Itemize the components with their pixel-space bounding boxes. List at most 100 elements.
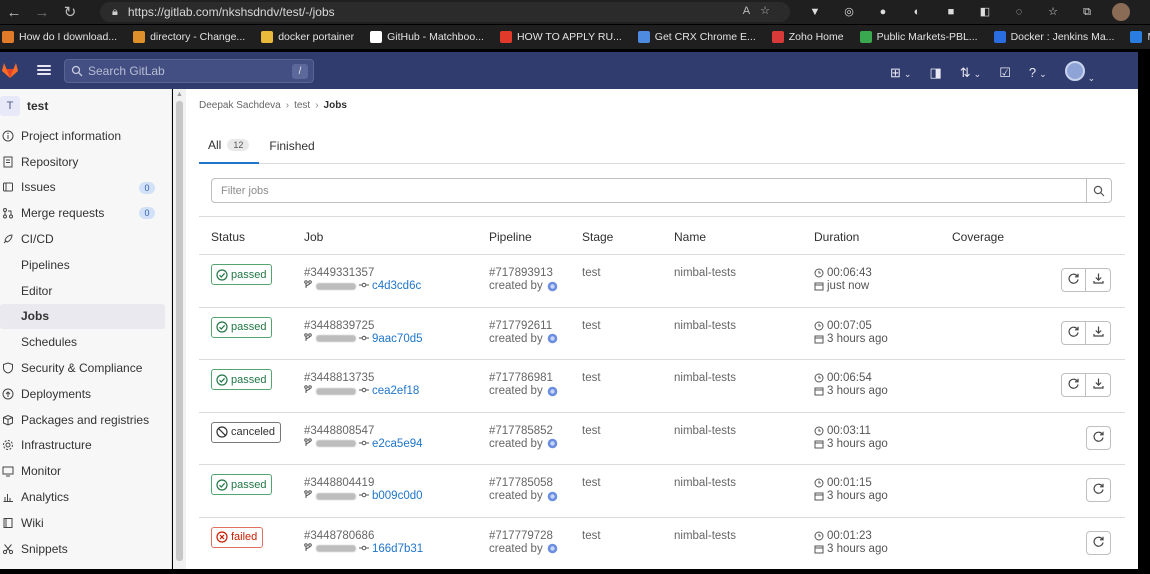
sidebar-item-merge-requests[interactable]: Merge requests 0 [0, 200, 171, 226]
todo-icon[interactable]: ☑ [999, 65, 1011, 81]
breadcrumb-current[interactable]: Jobs [324, 100, 347, 111]
extension-icon[interactable]: ◧ [976, 3, 994, 21]
scrollbar-thumb[interactable] [176, 101, 183, 561]
job-id-link[interactable]: #3449331357 [304, 267, 374, 279]
sidebar-item-monitor[interactable]: Monitor [0, 458, 171, 484]
breadcrumb-owner[interactable]: Deepak Sachdeva [199, 100, 281, 111]
collections-icon[interactable]: ⧉ [1078, 3, 1096, 21]
job-id-link[interactable]: #3448813735 [304, 372, 374, 384]
status-badge[interactable]: passed [211, 264, 273, 285]
bookmark-item[interactable]: HOW TO APPLY RU... [499, 31, 622, 43]
favorites-icon[interactable]: ☆ [1044, 3, 1062, 21]
read-aloud-icon[interactable]: A☆ [743, 4, 780, 17]
status-badge[interactable]: passed [211, 369, 273, 390]
commit-sha-link[interactable]: cea2ef18 [372, 385, 419, 397]
scroll-up-icon[interactable]: ▲ [176, 91, 183, 98]
sidebar-item-deployments[interactable]: Deployments [0, 381, 171, 407]
user-menu[interactable]: ⌄ [1064, 61, 1095, 84]
job-id-link[interactable]: #3448808547 [304, 425, 374, 437]
pipeline-id-link[interactable]: #717779728 [489, 530, 553, 542]
breadcrumb-project[interactable]: test [294, 100, 310, 111]
user-avatar-icon[interactable] [547, 386, 558, 397]
pipeline-id-link[interactable]: #717893913 [489, 267, 553, 279]
commit-sha-link[interactable]: b009c0d0 [372, 490, 423, 502]
pipeline-id-link[interactable]: #717785058 [489, 477, 553, 489]
sidebar-item-snippets[interactable]: Snippets [0, 536, 171, 562]
retry-button[interactable] [1061, 373, 1086, 397]
profile-avatar[interactable] [1112, 3, 1130, 21]
issues-icon[interactable]: ◨ [929, 65, 941, 81]
filter-search-button[interactable] [1086, 179, 1111, 202]
gitlab-search[interactable]: / [64, 59, 314, 83]
commit-sha-link[interactable]: e2ca5e94 [372, 438, 423, 450]
tab-all[interactable]: All 12 [199, 127, 260, 164]
filter-jobs-input[interactable] [212, 179, 1086, 202]
bookmark-item[interactable]: Manage apps - Con... [1130, 31, 1150, 43]
user-avatar-icon[interactable] [547, 281, 558, 292]
bookmark-item[interactable]: GitHub - Matchboo... [370, 31, 484, 43]
status-badge[interactable]: failed [211, 526, 264, 548]
pipeline-id-link[interactable]: #717786981 [489, 372, 553, 384]
extension-icon[interactable]: ◌ [1010, 3, 1028, 21]
download-artifacts-button[interactable] [1086, 268, 1111, 292]
bookmark-item[interactable]: Docker : Jenkins Ma... [993, 31, 1114, 43]
address-bar[interactable]: 🔒︎ https://gitlab.com/nkshsdndv/test/-/j… [100, 2, 790, 22]
extension-icon[interactable]: ● [874, 3, 892, 21]
extension-icon[interactable]: ◎ [840, 3, 858, 21]
help-icon[interactable]: ? ⌄ [1029, 65, 1047, 80]
sidebar-item-wiki[interactable]: Wiki [0, 510, 171, 536]
bookmark-item[interactable]: Get CRX Chrome E... [637, 31, 756, 43]
gitlab-logo-icon[interactable] [0, 60, 20, 80]
pipeline-id-link[interactable]: #717792611 [489, 320, 552, 332]
download-artifacts-button[interactable] [1086, 373, 1111, 397]
retry-button[interactable] [1061, 268, 1086, 292]
search-input[interactable] [88, 64, 288, 78]
tab-finished[interactable]: Finished [259, 127, 324, 164]
commit-sha-link[interactable]: c4d3cd6c [372, 280, 421, 292]
sidebar-item-infrastructure[interactable]: Infrastructure [0, 433, 171, 459]
merge-requests-icon[interactable]: ⇅ ⌄ [960, 65, 981, 81]
sidebar-item-security-compliance[interactable]: Security & Compliance [0, 355, 171, 381]
extension-icon[interactable]: ◐ [908, 3, 926, 21]
user-avatar-icon[interactable] [547, 438, 558, 449]
user-avatar-icon[interactable] [547, 491, 558, 502]
job-id-link[interactable]: #3448804419 [304, 477, 374, 489]
user-avatar-icon[interactable] [547, 543, 558, 554]
commit-sha-link[interactable]: 9aac70d5 [372, 333, 423, 345]
sidebar-item-repository[interactable]: Repository [0, 149, 171, 175]
retry-button[interactable] [1086, 530, 1111, 555]
bookmark-item[interactable]: Zoho Home [771, 31, 844, 43]
sidebar-item-ci-cd[interactable]: CI/CD [0, 226, 171, 252]
sidebar-item-editor[interactable]: Editor [0, 278, 171, 304]
retry-button[interactable] [1086, 425, 1111, 450]
bookmark-item[interactable]: Public Markets-PBL... [859, 31, 978, 43]
reload-icon[interactable]: ↻ [56, 3, 84, 21]
sidebar-item-project-information[interactable]: Project information [0, 123, 171, 149]
back-arrow-icon[interactable]: ← [0, 4, 28, 21]
job-id-link[interactable]: #3448780686 [304, 530, 374, 542]
status-badge[interactable]: canceled [211, 421, 282, 443]
pipeline-id-link[interactable]: #717785852 [489, 425, 553, 437]
bookmark-item[interactable]: directory - Change... [133, 31, 245, 43]
retry-button[interactable] [1086, 478, 1111, 502]
extension-icon[interactable]: ■ [942, 3, 960, 21]
bookmark-item[interactable]: How do I download... [2, 31, 117, 43]
user-avatar-icon[interactable] [547, 333, 558, 344]
sidebar-item-analytics[interactable]: Analytics [0, 484, 171, 510]
commit-sha-link[interactable]: 166d7b31 [372, 543, 423, 555]
sidebar-item-jobs[interactable]: Jobs [0, 303, 165, 330]
status-badge[interactable]: passed [211, 316, 273, 338]
sidebar-item-packages-and-registries[interactable]: Packages and registries [0, 407, 171, 433]
job-id-link[interactable]: #3448839725 [304, 320, 374, 332]
download-artifacts-button[interactable] [1086, 320, 1111, 345]
project-header[interactable]: T test [0, 89, 171, 123]
menu-icon[interactable] [37, 63, 51, 77]
create-new-icon[interactable]: ⊞ ⌄ [890, 65, 911, 81]
retry-button[interactable] [1061, 320, 1086, 345]
bookmark-item[interactable]: docker portainer [261, 31, 354, 43]
sidebar-item-pipelines[interactable]: Pipelines [0, 252, 171, 278]
sidebar-item-schedules[interactable]: Schedules [0, 329, 171, 355]
status-badge[interactable]: passed [211, 474, 273, 495]
sidebar-scrollbar[interactable]: ▲ [173, 89, 186, 569]
extension-icon[interactable]: ▼ [806, 3, 824, 21]
